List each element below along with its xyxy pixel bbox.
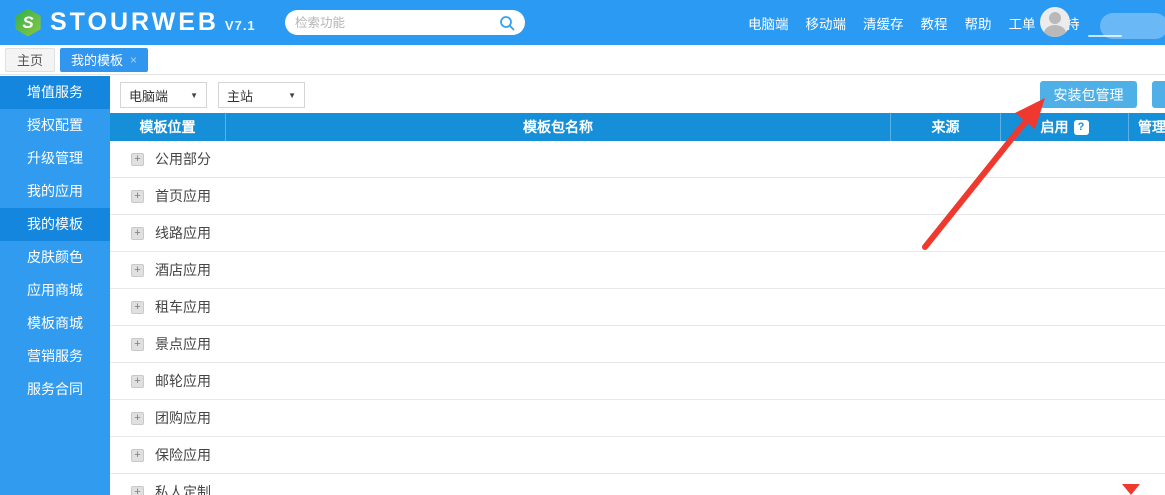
row-label: 私人定制: [155, 482, 211, 495]
sidebar-item-app-store[interactable]: 应用商城: [0, 274, 110, 307]
sidebar-item-template-store[interactable]: 模板商城: [0, 307, 110, 340]
search-icon[interactable]: [499, 15, 515, 31]
nav-item-help[interactable]: 帮助: [965, 13, 992, 33]
table-header: 模板位置 模板包名称 来源 启用 ? 管理: [110, 113, 1165, 141]
brand-logo[interactable]: S STOURWEB V7.1: [14, 8, 256, 37]
nav-item-tutorial[interactable]: 教程: [921, 13, 948, 33]
sidebar-item-my-templates[interactable]: 我的模板: [0, 208, 110, 241]
tab-home-label: 主页: [17, 50, 43, 69]
sidebar-item-service-contract[interactable]: 服务合同: [0, 373, 110, 406]
table-row[interactable]: + 租车应用: [110, 289, 1165, 326]
sidebar-item-my-apps[interactable]: 我的应用: [0, 175, 110, 208]
username-redacted-area: [1100, 13, 1165, 39]
top-nav: 电脑端 移动端 清缓存 教程 帮助 工单 支持: [748, 0, 1080, 45]
toolbar: 电脑端 ▼ 主站 ▼ 安装包管理: [110, 76, 1165, 113]
logo-letter: S: [22, 13, 33, 33]
col-enable-label: 启用: [1041, 117, 1069, 137]
plus-icon[interactable]: +: [131, 375, 144, 388]
sidebar-item-authorization-config[interactable]: 授权配置: [0, 109, 110, 142]
row-label: 公用部分: [155, 149, 211, 169]
partial-right-button[interactable]: [1152, 81, 1165, 108]
install-package-manage-button[interactable]: 安装包管理: [1040, 81, 1137, 108]
table-body: + 公用部分 + 首页应用 + 线路应用 + 酒店应用 + 租车应用 + 景点应…: [110, 141, 1165, 495]
row-label: 首页应用: [155, 186, 211, 206]
red-triangle-marker: [1122, 484, 1140, 495]
table-row[interactable]: + 线路应用: [110, 215, 1165, 252]
caret-down-icon: ▼: [190, 91, 198, 100]
nav-item-pc[interactable]: 电脑端: [748, 13, 789, 33]
avatar-person-icon: [1049, 12, 1061, 24]
row-label: 线路应用: [155, 223, 211, 243]
sidebar-item-marketing-services[interactable]: 营销服务: [0, 340, 110, 373]
brand-logo-icon: S: [14, 9, 42, 37]
close-icon[interactable]: ×: [130, 53, 137, 67]
table-row[interactable]: + 公用部分: [110, 141, 1165, 178]
col-template-package-name: 模板包名称: [225, 113, 890, 141]
sidebar-item-upgrade-management[interactable]: 升级管理: [0, 142, 110, 175]
tab-my-templates[interactable]: 我的模板 ×: [60, 48, 148, 72]
row-label: 团购应用: [155, 408, 211, 428]
table-row[interactable]: + 首页应用: [110, 178, 1165, 215]
table-row[interactable]: + 景点应用: [110, 326, 1165, 363]
plus-icon[interactable]: +: [131, 153, 144, 166]
col-enable: 启用 ?: [1000, 113, 1128, 141]
device-select-value: 电脑端: [129, 86, 168, 105]
plus-icon[interactable]: +: [131, 301, 144, 314]
table-row[interactable]: + 邮轮应用: [110, 363, 1165, 400]
row-label: 邮轮应用: [155, 371, 211, 391]
sidebar: 增值服务 授权配置 升级管理 我的应用 我的模板 皮肤颜色 应用商城 模板商城 …: [0, 76, 110, 495]
row-label: 酒店应用: [155, 260, 211, 280]
search-input[interactable]: [295, 16, 499, 30]
tab-bar: 主页 我的模板 ×: [0, 45, 1165, 75]
main-content: 电脑端 ▼ 主站 ▼ 安装包管理 模板位置 模板包名称 来源 启用 ? 管理 +…: [110, 76, 1165, 495]
col-source: 来源: [890, 113, 1000, 141]
top-bar: S STOURWEB V7.1 电脑端 移动端 清缓存 教程 帮助 工单 支持: [0, 0, 1165, 45]
table-row[interactable]: + 保险应用: [110, 437, 1165, 474]
site-select-value: 主站: [227, 86, 253, 105]
plus-icon[interactable]: +: [131, 190, 144, 203]
row-label: 景点应用: [155, 334, 211, 354]
plus-icon[interactable]: +: [131, 227, 144, 240]
search-box[interactable]: [285, 10, 525, 35]
plus-icon[interactable]: +: [131, 264, 144, 277]
tab-home[interactable]: 主页: [5, 48, 55, 72]
col-template-position: 模板位置: [110, 113, 225, 141]
row-label: 租车应用: [155, 297, 211, 317]
sidebar-item-value-added-services[interactable]: 增值服务: [0, 76, 110, 109]
brand-version: V7.1: [225, 18, 256, 33]
app-window: S STOURWEB V7.1 电脑端 移动端 清缓存 教程 帮助 工单 支持: [0, 0, 1165, 495]
device-select[interactable]: 电脑端 ▼: [120, 82, 207, 108]
table-row[interactable]: + 酒店应用: [110, 252, 1165, 289]
sidebar-item-skin-colors[interactable]: 皮肤颜色: [0, 241, 110, 274]
plus-icon[interactable]: +: [131, 486, 144, 495]
plus-icon[interactable]: +: [131, 412, 144, 425]
user-avatar[interactable]: [1040, 7, 1070, 37]
nav-item-ticket[interactable]: 工单: [1009, 13, 1036, 33]
tab-my-templates-label: 我的模板: [71, 50, 123, 69]
nav-item-clear-cache[interactable]: 清缓存: [863, 13, 904, 33]
site-select[interactable]: 主站 ▼: [218, 82, 305, 108]
table-row[interactable]: + 私人定制: [110, 474, 1165, 495]
table-row[interactable]: + 团购应用: [110, 400, 1165, 437]
plus-icon[interactable]: +: [131, 449, 144, 462]
plus-icon[interactable]: +: [131, 338, 144, 351]
help-icon[interactable]: ?: [1074, 120, 1089, 135]
caret-down-icon: ▼: [288, 91, 296, 100]
col-manage: 管理: [1128, 113, 1165, 141]
brand-name: STOURWEB: [50, 8, 219, 37]
row-label: 保险应用: [155, 445, 211, 465]
nav-item-mobile[interactable]: 移动端: [806, 13, 847, 33]
